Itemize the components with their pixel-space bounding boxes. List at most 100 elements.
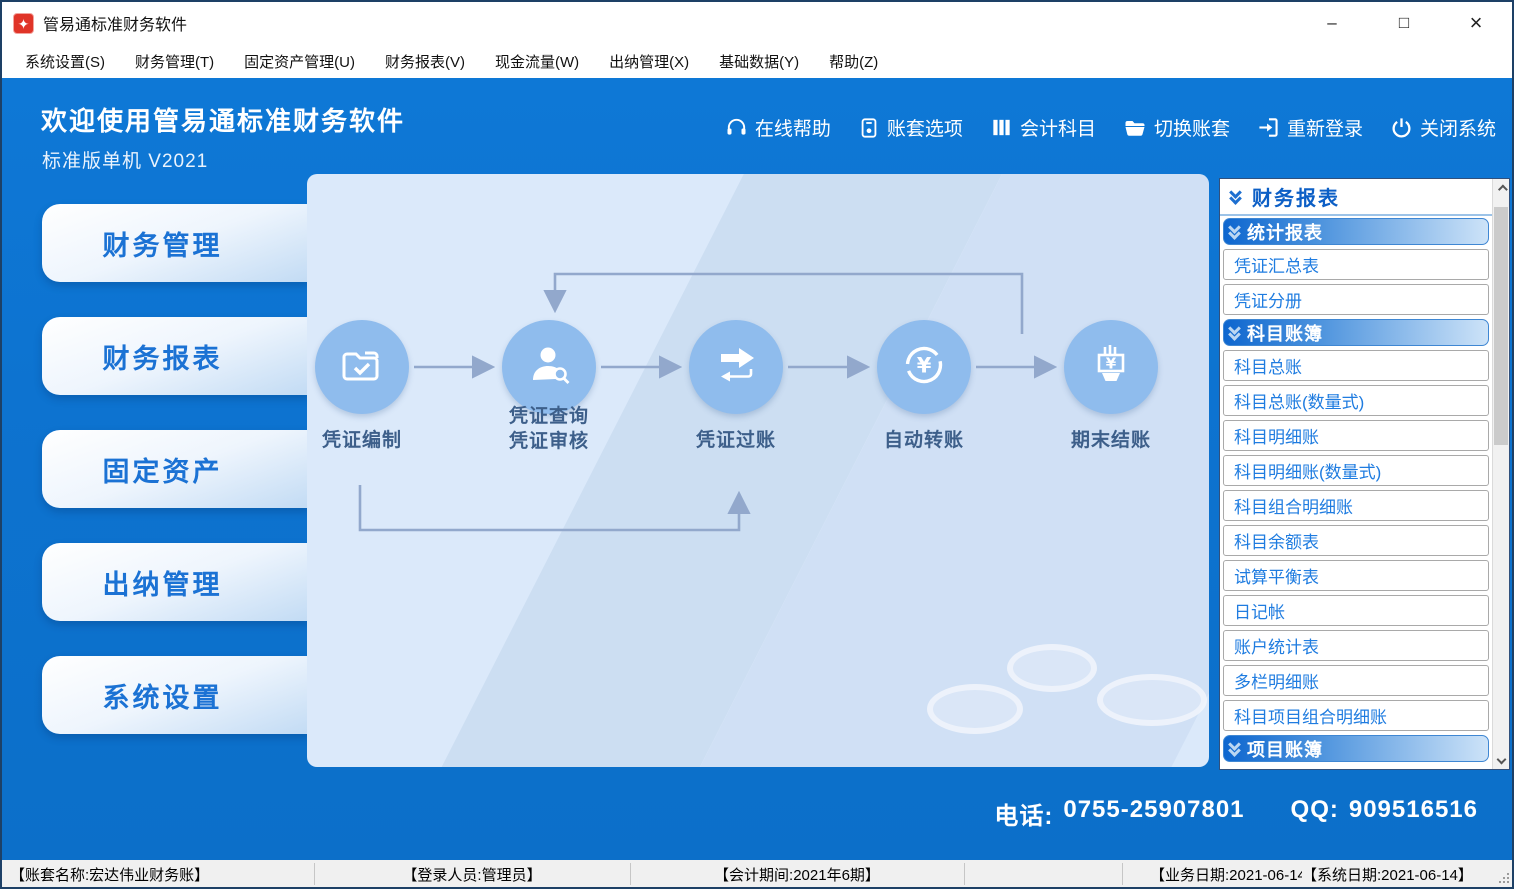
flow-step-auto-transfer[interactable]: ¥ — [877, 320, 971, 414]
sidebar-item-fixed-assets[interactable]: 固定资产 — [42, 430, 309, 508]
report-item-voucher-volume[interactable]: 凭证分册 — [1223, 284, 1489, 315]
report-item-subject-combo-detail[interactable]: 科目组合明细账 — [1223, 490, 1489, 521]
menu-finance-management[interactable]: 财务管理(T) — [120, 45, 229, 78]
financial-reports-panel: 财务报表 统计报表 凭证汇总表 凭证分册 科目账簿 科目总账 科目总账(数量式)… — [1219, 178, 1510, 770]
reports-panel-title: 财务报表 — [1252, 182, 1340, 211]
close-button[interactable]: × — [1440, 2, 1512, 44]
svg-text:¥: ¥ — [1106, 354, 1117, 372]
menu-basic-data[interactable]: 基础数据(Y) — [704, 45, 814, 78]
sidebar-item-cashier-management[interactable]: 出纳管理 — [42, 543, 309, 621]
account-set-options-button[interactable]: 账套选项 — [858, 114, 963, 141]
report-item-trial-balance[interactable]: 试算平衡表 — [1223, 560, 1489, 591]
yuan-circle-icon: ¥ — [900, 341, 948, 394]
flow-label-line: 凭证审核 — [459, 429, 639, 454]
qq-label: QQ: — [1291, 796, 1339, 831]
minimize-button[interactable]: – — [1296, 2, 1368, 44]
section-title: 项目账簿 — [1247, 736, 1323, 762]
menu-fixed-assets[interactable]: 固定资产管理(U) — [229, 45, 370, 78]
report-item-general-ledger[interactable]: 科目总账 — [1223, 350, 1489, 381]
status-divider — [964, 863, 965, 885]
report-item-subject-balance[interactable]: 科目余额表 — [1223, 525, 1489, 556]
relogin-icon — [1257, 116, 1280, 139]
section-project-ledgers[interactable]: 项目账簿 — [1223, 735, 1489, 762]
report-item-multicolumn-detail[interactable]: 多栏明细账 — [1223, 665, 1489, 696]
folder-check-icon — [338, 341, 386, 394]
phone-label: 电话: — [994, 796, 1053, 831]
status-divider — [1122, 863, 1123, 885]
chevron-down-double-icon — [1229, 742, 1242, 756]
folder-switch-icon — [1123, 116, 1147, 140]
account-set-options-icon — [858, 117, 880, 139]
chevron-down-double-icon — [1230, 190, 1243, 204]
app-window: ✦ 管易通标准财务软件 – □ × 系统设置(S) 财务管理(T) 固定资产管理… — [0, 0, 1514, 889]
window-title: 管易通标准财务软件 — [43, 11, 187, 35]
flow-step-voucher-create[interactable] — [315, 320, 409, 414]
report-item-general-ledger-qty[interactable]: 科目总账(数量式) — [1223, 385, 1489, 416]
switch-account-set-button[interactable]: 切换账套 — [1123, 114, 1230, 141]
scroll-down-icon[interactable] — [1493, 749, 1509, 769]
app-logo-icon: ✦ — [13, 13, 34, 34]
toolbar-label: 关闭系统 — [1420, 114, 1496, 141]
watermark-coin — [927, 684, 1023, 734]
chevron-down-double-icon — [1229, 326, 1242, 340]
flow-label: 凭证过账 — [646, 428, 826, 453]
version-line: 标准版单机 V2021 — [42, 146, 208, 173]
shutdown-button[interactable]: 关闭系统 — [1390, 114, 1496, 141]
spacer — [1255, 796, 1281, 831]
resize-grip-icon[interactable] — [1497, 873, 1509, 885]
section-title: 统计报表 — [1247, 219, 1323, 245]
headset-icon — [725, 116, 748, 139]
status-business-date: 【业务日期:2021-06-14】 — [1150, 860, 1324, 888]
menu-system-settings[interactable]: 系统设置(S) — [10, 45, 120, 78]
title-bar: ✦ 管易通标准财务软件 – □ × — [2, 2, 1512, 44]
report-item-subject-detail[interactable]: 科目明细账 — [1223, 420, 1489, 451]
flow-label: 凭证编制 — [307, 428, 452, 453]
flow-step-period-end-close[interactable]: ¥ — [1064, 320, 1158, 414]
flow-label: 自动转账 — [834, 428, 1014, 453]
relogin-button[interactable]: 重新登录 — [1257, 114, 1363, 141]
report-item-voucher-summary[interactable]: 凭证汇总表 — [1223, 249, 1489, 280]
flow-label: 期末结账 — [1021, 428, 1201, 453]
sidebar-item-financial-reports[interactable]: 财务报表 — [42, 317, 309, 395]
flow-label: 凭证查询 凭证审核 — [459, 404, 639, 454]
maximize-button[interactable]: □ — [1368, 2, 1440, 44]
flow-step-voucher-post[interactable] — [689, 320, 783, 414]
report-item-journal[interactable]: 日记帐 — [1223, 595, 1489, 626]
menu-bar: 系统设置(S) 财务管理(T) 固定资产管理(U) 财务报表(V) 现金流量(W… — [2, 44, 1512, 78]
watermark-coin — [1007, 644, 1097, 692]
toolbar-label: 切换账套 — [1154, 114, 1230, 141]
qq-number: 909516516 — [1349, 796, 1478, 831]
status-login-user: 【登录人员:管理员】 — [314, 860, 630, 888]
section-subject-ledgers[interactable]: 科目账簿 — [1223, 319, 1489, 346]
svg-text:¥: ¥ — [917, 353, 932, 377]
flow-step-voucher-query-audit[interactable] — [502, 320, 596, 414]
report-item-subject-detail-qty[interactable]: 科目明细账(数量式) — [1223, 455, 1489, 486]
report-item-account-statistics[interactable]: 账户统计表 — [1223, 630, 1489, 661]
online-help-button[interactable]: 在线帮助 — [725, 114, 831, 141]
menu-help[interactable]: 帮助(Z) — [814, 45, 893, 78]
section-statistical-reports[interactable]: 统计报表 — [1223, 218, 1489, 245]
post-arrows-icon — [712, 341, 760, 394]
scrollbar-thumb[interactable] — [1494, 207, 1508, 445]
accounting-subjects-button[interactable]: 会计科目 — [990, 114, 1096, 141]
flow-label-line: 凭证查询 — [459, 404, 639, 429]
workflow-panel: ¥ ¥ 凭证编制 — [307, 174, 1209, 767]
sidebar-item-system-settings[interactable]: 系统设置 — [42, 656, 309, 734]
sidebar-item-finance-management[interactable]: 财务管理 — [42, 204, 309, 282]
toolbar-label: 重新登录 — [1287, 114, 1363, 141]
watermark-coin — [1097, 674, 1207, 726]
hand-yuan-icon: ¥ — [1087, 341, 1135, 394]
status-account-name: 【账套名称:宏达伟业财务账】 — [10, 860, 310, 888]
menu-cash-flow[interactable]: 现金流量(W) — [480, 45, 594, 78]
report-item-subject-project-combo-detail[interactable]: 科目项目组合明细账 — [1223, 700, 1489, 731]
reports-scrollbar[interactable] — [1492, 179, 1509, 769]
scroll-up-icon[interactable] — [1493, 179, 1509, 199]
ledger-grid-icon — [990, 116, 1013, 139]
menu-financial-reports[interactable]: 财务报表(V) — [370, 45, 480, 78]
menu-cashier-management[interactable]: 出纳管理(X) — [594, 45, 704, 78]
reports-panel-header[interactable]: 财务报表 — [1220, 179, 1492, 216]
toolbar-label: 会计科目 — [1020, 114, 1096, 141]
user-search-icon — [525, 341, 573, 394]
window-controls: – □ × — [1296, 2, 1512, 44]
chevron-down-double-icon — [1229, 225, 1242, 239]
